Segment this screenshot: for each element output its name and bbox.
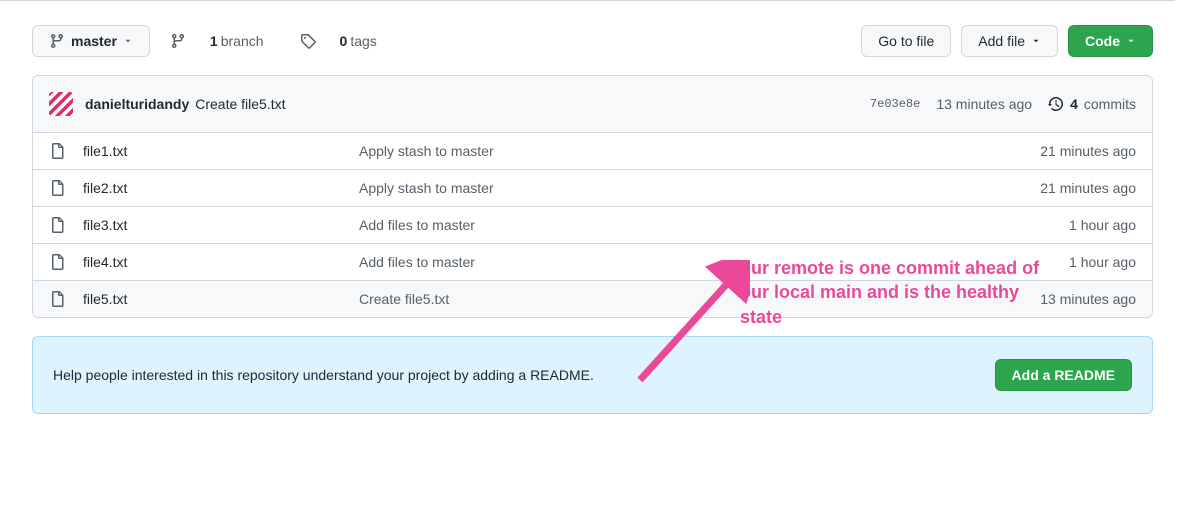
go-to-file-button[interactable]: Go to file — [861, 25, 951, 57]
branch-icon — [170, 33, 186, 49]
commits-count-link[interactable]: 4 commits — [1048, 96, 1136, 112]
tag-count-link[interactable]: 0 tags — [300, 33, 395, 49]
file-name-link[interactable]: file3.txt — [83, 217, 127, 233]
sidebar-cutoff — [1175, 0, 1185, 523]
readme-prompt: Help people interested in this repositor… — [32, 336, 1153, 414]
file-time: 1 hour ago — [1069, 217, 1136, 233]
history-icon — [1048, 96, 1064, 112]
caret-down-icon — [1126, 36, 1136, 46]
commit-message-link[interactable]: Create file5.txt — [195, 96, 285, 112]
avatar[interactable] — [49, 92, 73, 116]
code-button[interactable]: Code — [1068, 25, 1153, 57]
commit-message-link[interactable]: Add files to master — [359, 217, 475, 233]
file-icon — [49, 143, 65, 159]
repo-toolbar: master 1 branch 0 tags — [32, 25, 1153, 57]
file-icon — [49, 291, 65, 307]
file-icon — [49, 180, 65, 196]
file-list-box: danielturidandy Create file5.txt 7e03e8e… — [32, 75, 1153, 318]
file-row: file2.txt Apply stash to master 21 minutes… — [33, 169, 1152, 206]
file-time: 1 hour ago — [1069, 254, 1136, 270]
commit-time: 13 minutes ago — [936, 96, 1032, 112]
file-name-link[interactable]: file2.txt — [83, 180, 127, 196]
file-icon — [49, 254, 65, 270]
file-name-link[interactable]: file5.txt — [83, 291, 127, 307]
file-icon — [49, 217, 65, 233]
file-name-link[interactable]: file4.txt — [83, 254, 127, 270]
file-name-link[interactable]: file1.txt — [83, 143, 127, 159]
branch-count-link[interactable]: 1 branch — [170, 33, 282, 49]
caret-down-icon — [1031, 36, 1041, 46]
file-row: file4.txt Add files to master 1 hour ago — [33, 243, 1152, 280]
commit-author-link[interactable]: danielturidandy — [85, 96, 189, 112]
commit-message-link[interactable]: Apply stash to master — [359, 143, 494, 159]
add-readme-button[interactable]: Add a README — [995, 359, 1132, 391]
file-time: 13 minutes ago — [1040, 291, 1136, 307]
latest-commit-header: danielturidandy Create file5.txt 7e03e8e… — [33, 76, 1152, 133]
commit-message-link[interactable]: Create file5.txt — [359, 291, 449, 307]
commit-message-link[interactable]: Add files to master — [359, 254, 475, 270]
readme-prompt-text: Help people interested in this repositor… — [53, 367, 594, 383]
commit-hash-link[interactable]: 7e03e8e — [870, 97, 920, 111]
tag-icon — [300, 33, 316, 49]
branch-icon — [49, 33, 65, 49]
commit-message-link[interactable]: Apply stash to master — [359, 180, 494, 196]
add-file-button[interactable]: Add file — [961, 25, 1058, 57]
file-time: 21 minutes ago — [1040, 143, 1136, 159]
file-row: file5.txt Create file5.txt 13 minutes ago — [33, 280, 1152, 317]
file-row: file1.txt Apply stash to master 21 minutes… — [33, 133, 1152, 169]
caret-down-icon — [123, 36, 133, 46]
branch-name: master — [71, 33, 117, 49]
file-row: file3.txt Add files to master 1 hour ago — [33, 206, 1152, 243]
branch-stats: 1 branch 0 tags — [170, 33, 413, 49]
file-time: 21 minutes ago — [1040, 180, 1136, 196]
branch-select-button[interactable]: master — [32, 25, 150, 57]
